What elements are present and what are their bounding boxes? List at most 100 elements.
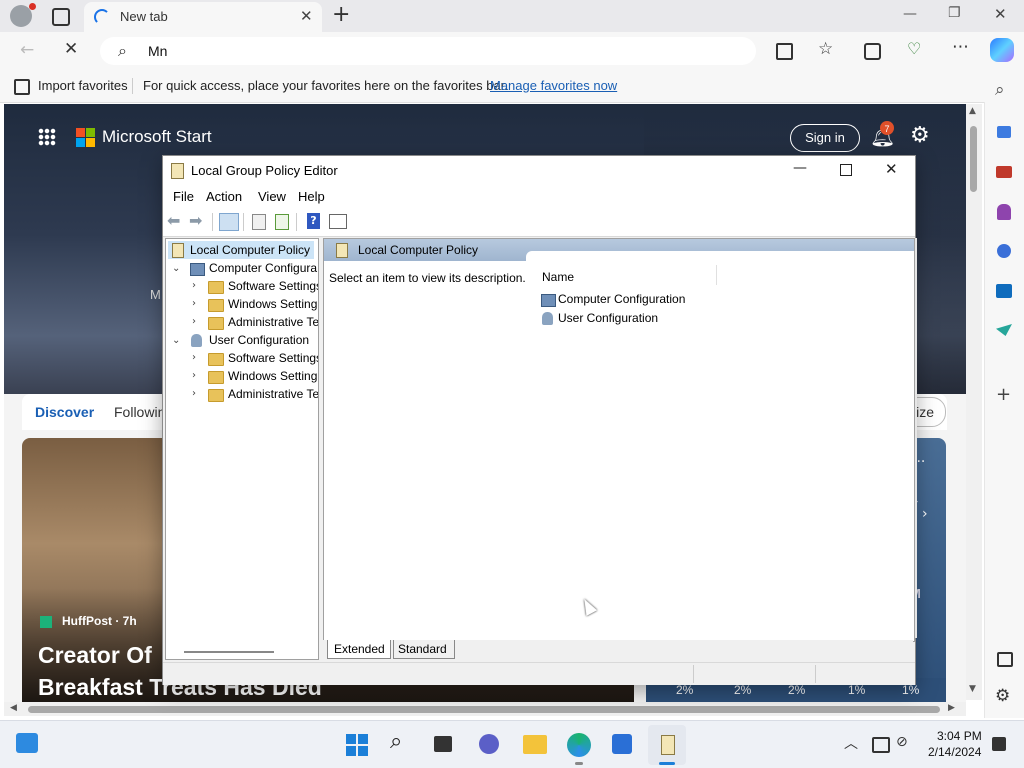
workspaces-icon[interactable] [52,8,70,26]
drop-send-icon[interactable] [996,324,1012,336]
toolbar-forward-icon[interactable]: ➡ [189,211,202,230]
address-input[interactable]: Mn [148,43,167,59]
sign-in-button[interactable]: Sign in [790,124,860,152]
task-view-icon[interactable] [434,736,452,752]
menu-help[interactable]: Help [298,189,325,204]
tab-following[interactable]: Followin [114,404,165,420]
tab-new-tab[interactable]: New tab ✕ [84,2,322,32]
tools-briefcase-icon[interactable] [996,166,1012,178]
expand-uc-admin-icon[interactable]: › [192,388,196,399]
gpe-maximize-icon[interactable] [840,164,852,176]
edge-icon[interactable] [567,733,591,757]
expand-cc-windows-icon[interactable]: › [192,298,196,309]
tree-uc-admin[interactable]: Administrative Te [228,387,318,401]
close-window-icon[interactable]: ✕ [994,5,1007,23]
hscroll-thumb[interactable] [28,706,940,713]
tree-cc-windows[interactable]: Windows Setting [228,297,317,311]
menu-view[interactable]: View [258,189,286,204]
expand-cc-software-icon[interactable]: › [192,280,196,291]
expand-cc-admin-icon[interactable]: › [192,316,196,327]
menu-action[interactable]: Action [206,189,242,204]
column-divider[interactable] [716,265,717,285]
games-icon[interactable] [997,204,1011,220]
page-vertical-scrollbar[interactable]: ▲ ▼ [966,104,982,700]
performance-icon[interactable]: ♡ [907,39,921,58]
gpe-minimize-icon[interactable]: — [793,160,807,176]
expand-user-config-icon[interactable]: ⌄ [172,335,180,346]
tree-cc-software[interactable]: Software Settings [228,279,318,293]
more-menu-icon[interactable]: ⋯ [952,37,969,57]
gpedit-taskbar-button[interactable] [648,725,686,765]
scroll-up-icon[interactable]: ▲ [969,106,976,116]
toolbar-back-icon[interactable]: ⬅ [167,211,180,230]
shopping-tag-icon[interactable] [997,126,1011,138]
profile-avatar[interactable] [10,3,36,27]
show-action-pane-icon[interactable] [329,214,347,229]
settings-gear-icon[interactable]: ⚙ [910,123,930,148]
outlook-icon[interactable] [996,284,1012,298]
column-header-name[interactable]: Name [542,270,574,284]
tree-cc-admin[interactable]: Administrative Te [228,315,318,329]
sidebar-settings-icon[interactable]: ⚙ [995,686,1010,706]
file-explorer-icon[interactable] [523,735,547,754]
list-item-computer-config[interactable]: Computer Configuration [558,292,685,306]
favorites-star-icon[interactable]: ☆ [818,39,833,59]
brand-title[interactable]: Microsoft Start [102,127,212,147]
tree-root[interactable]: Local Computer Policy [168,241,314,259]
import-favorites-button[interactable]: Import favorites [38,78,128,93]
restore-icon[interactable]: ❐ [948,5,961,21]
page-horizontal-scrollbar[interactable]: ◀ ▶ [4,702,966,716]
tree-uc-windows[interactable]: Windows Setting [228,369,317,383]
volume-muted-icon[interactable]: ⊘ [896,734,908,750]
address-bar[interactable]: ⌕ Mn [100,37,756,65]
expand-uc-software-icon[interactable]: › [192,352,196,363]
tab-standard[interactable]: Standard [393,640,455,659]
scroll-left-icon[interactable]: ◀ [10,703,17,713]
tree-user-config[interactable]: User Configuration [209,333,309,347]
export-list-icon[interactable] [275,214,289,230]
store-icon[interactable] [612,734,632,754]
menu-file[interactable]: File [173,189,194,204]
teams-chat-icon[interactable] [479,734,499,754]
clock-time[interactable]: 3:04 PM [937,729,982,743]
start-windows-icon[interactable] [346,734,368,756]
app-launcher-icon[interactable] [38,128,56,146]
hide-sidebar-icon[interactable] [997,652,1013,667]
back-icon[interactable]: ← [20,40,34,60]
tree-uc-software[interactable]: Software Settings [228,351,318,365]
tree-hscroll-thumb[interactable] [184,651,274,653]
tree-computer-config[interactable]: Computer Configura [209,261,317,275]
gpe-close-icon[interactable]: ✕ [885,160,898,178]
tab-discover[interactable]: Discover [35,404,94,420]
sidebar-search-icon[interactable]: ⌕ [995,80,1005,100]
clock-date[interactable]: 2/14/2024 [928,745,981,759]
notification-center-icon[interactable] [992,737,1006,751]
show-hidden-icons-chevron-icon[interactable]: ︿ [844,733,858,753]
tab-extended[interactable]: Extended [327,640,391,659]
collections-add-icon[interactable] [864,43,881,60]
expand-computer-config-icon[interactable]: ⌄ [172,263,180,274]
close-tab-icon[interactable]: ✕ [300,7,313,25]
microsoft365-icon[interactable] [997,244,1011,258]
show-hide-console-tree-icon[interactable] [219,213,239,231]
copilot-icon[interactable] [990,38,1014,62]
weather-next-icon[interactable]: › [922,506,928,522]
gpe-title-bar[interactable]: Local Group Policy Editor — ✕ [163,156,915,186]
scroll-down-icon[interactable]: ▼ [969,684,976,694]
widgets-icon[interactable] [16,733,38,753]
new-tab-button[interactable]: + [332,2,350,27]
network-icon[interactable] [872,737,890,753]
expand-uc-windows-icon[interactable]: › [192,370,196,381]
properties-icon[interactable] [252,214,266,230]
stop-loading-icon[interactable]: ✕ [64,39,78,59]
minimize-icon[interactable]: — [903,6,917,22]
collections-icon[interactable] [776,43,793,60]
manage-favorites-link[interactable]: Manage favorites now [490,78,617,93]
console-tree: Local Computer Policy ⌄ Computer Configu… [165,238,319,660]
scroll-thumb[interactable] [970,126,977,192]
taskbar-search-icon[interactable]: ⌕ [390,729,402,754]
help-icon[interactable]: ? [307,213,320,229]
sidebar-add-icon[interactable]: + [996,384,1011,405]
scroll-right-icon[interactable]: ▶ [948,703,955,713]
list-item-user-config[interactable]: User Configuration [558,311,658,325]
